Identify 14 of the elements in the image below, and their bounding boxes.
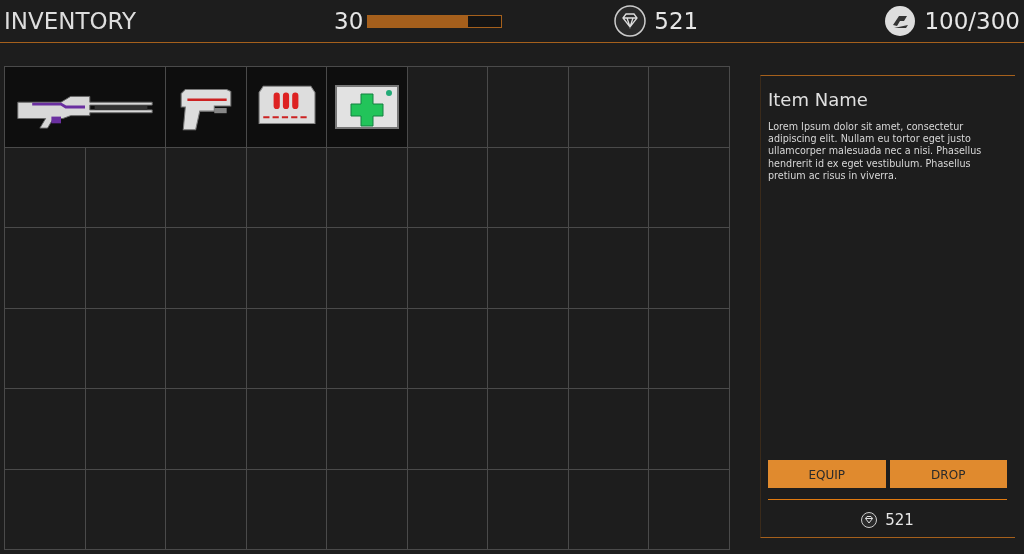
medkit-icon [334, 83, 400, 130]
inventory-slot[interactable] [166, 67, 246, 147]
level-number: 30 [334, 6, 364, 36]
inventory-slot[interactable] [327, 67, 407, 147]
item-description: Lorem Ipsum dolor sit amet, consectetur adipiscing elit. Nullam eu tortor eget justo ullamcorper malesuada nec a nisi. Phasellus hendrerit id ex eget vestibulum. Phasellus pretium ac risus in viverra. [768, 121, 983, 182]
item-price: 521 [885, 509, 914, 531]
gem-count: 521 [654, 6, 699, 36]
action-button[interactable]: DROP [889, 459, 1007, 488]
inventory-title: INVENTORY [4, 6, 138, 36]
item-name: Item Name [768, 88, 869, 112]
action-button[interactable]: EQUIP [768, 459, 886, 488]
inventory-slot[interactable] [5, 67, 166, 147]
inventory-slot[interactable] [246, 67, 327, 147]
capacity-count: 100/300 [924, 6, 1020, 36]
